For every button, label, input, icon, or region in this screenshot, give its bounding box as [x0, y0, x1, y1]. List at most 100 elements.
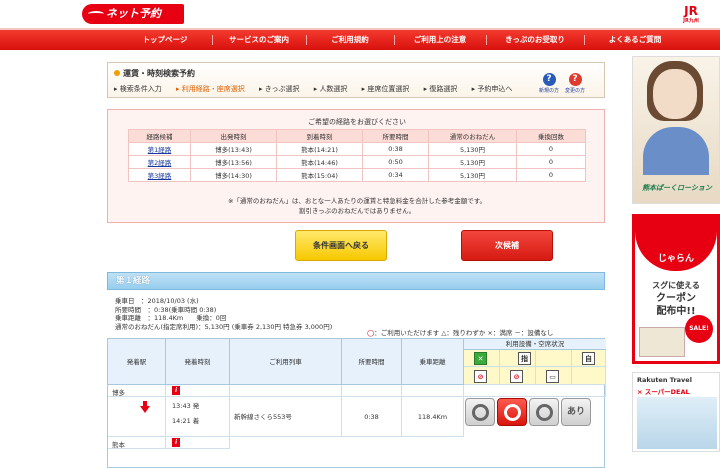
arr-info-cell: i [166, 437, 230, 449]
price-cell: 5,130円 [428, 142, 517, 156]
info-icon[interactable]: i [172, 438, 180, 447]
departure-cell: 博多(13:43) [190, 142, 277, 156]
route-table: 経路候補 出発時刻 到着時刻 所要時間 通常のおねだん 乗換回数 第1経路 博多… [128, 129, 586, 182]
step-title: 運賃・時刻検索予約 [114, 68, 195, 79]
seat-reserved-2-button[interactable] [529, 398, 559, 426]
available-circle-icon [503, 404, 521, 421]
facility-cell [572, 367, 606, 385]
col-header: 出発時刻 [190, 129, 277, 143]
nav-terms[interactable]: ご利用規約 [306, 30, 394, 50]
nav-service[interactable]: サービスのご案内 [212, 30, 306, 50]
arrival-cell: 熊本(14:21) [276, 142, 363, 156]
ad3-subtitle: × スーパーDEAL [637, 388, 690, 396]
step-item: ▸ 復路選択 [423, 85, 458, 93]
price-cell: 5,130円 [428, 168, 517, 182]
ride-date: 乗車日 ：2018/10/03 (水) [115, 297, 199, 305]
ad-banner-rakuten[interactable]: Rakuten Travel × スーパーDEAL [632, 372, 720, 452]
ad-banner-1[interactable]: 熊本ぱーくローション [632, 56, 720, 204]
step-title-text: 運賃・時刻検索予約 [123, 69, 195, 78]
info-icon[interactable]: i [172, 386, 180, 395]
main-nav: トップページ サービスのご案内 ご利用規約 ご利用上の注意 きっぷのお受取り よ… [0, 28, 720, 50]
jr-logo-text: JR [684, 4, 698, 18]
ad2-copy: スグに使える クーポン 配布中!! [635, 279, 717, 318]
departure-time: 13:43 発 [172, 402, 200, 410]
route-cell: 第3経路 [128, 168, 191, 182]
arrow-down-icon [140, 406, 150, 413]
ad-banner-jalan[interactable]: じゃらん スグに使える クーポン 配布中!! SALE! [632, 214, 720, 364]
route-3-link[interactable]: 第3経路 [148, 172, 172, 180]
price-cell: 5,130円 [428, 155, 517, 169]
col-header: 経路候補 [128, 129, 191, 143]
step-label: 利用経路・座席選択 [181, 85, 245, 93]
route-cell: 第1経路 [128, 142, 191, 156]
seat-available-label: あり [566, 407, 585, 417]
dep-station-cell: 博多 [108, 385, 166, 397]
dep-info-cell: i [166, 385, 230, 397]
next-candidate-button[interactable]: 次候補 [461, 230, 553, 261]
transfer-cell: 0 [516, 155, 586, 169]
route-1-link[interactable]: 第1経路 [148, 146, 172, 154]
bullet-icon [114, 70, 120, 76]
nav-faq[interactable]: よくあるご質問 [584, 30, 686, 50]
help-change-label: 変更の方 [564, 88, 585, 94]
route-info: 乗車日 ：2018/10/03 (水) 所要時間 ：0:38(乗車時間 0:38… [115, 297, 605, 331]
arrival-cell: 熊本(15:04) [276, 168, 363, 182]
direction-cell [108, 397, 166, 437]
distance-cell: 118.4Km [402, 397, 464, 437]
question-icon: ? [542, 73, 556, 86]
table-row: 第1経路 博多(13:43) 熊本(14:21) 0:38 5,130円 0 [128, 142, 586, 156]
nav-caution[interactable]: ご利用上の注意 [394, 30, 486, 50]
unreserved-seat-icon: 自 [582, 352, 595, 365]
jr-kyushu-logo[interactable]: JR JR九州 [678, 4, 704, 26]
step-label: 予約申込へ [477, 85, 513, 93]
ad-person-image [643, 127, 709, 175]
ad1-caption: 熊本ぱーくローション [642, 184, 712, 192]
no-smoking-icon: ⊘ [510, 370, 523, 383]
seat-reserved-button[interactable] [497, 398, 527, 426]
arrival-cell: 熊本(14:46) [276, 155, 363, 169]
train-swoosh-icon [88, 11, 104, 17]
ride-duration: 所要時間 ：0:38(乗車時間 0:38) [115, 305, 217, 314]
col-header: 乗車距離 [402, 339, 464, 385]
empty-cell [230, 385, 342, 397]
step-label: 座席位置選択 [367, 85, 410, 93]
arrival-time: 14:21 着 [172, 417, 200, 425]
facility-header: 利用設備・空席状況 [464, 339, 606, 350]
non-reserved-icon: ✕ [474, 352, 487, 365]
step-label: きっぷ選択 [264, 85, 300, 93]
available-circle-icon [535, 404, 553, 421]
ad2-brand: じゃらん [657, 254, 694, 264]
route-2-link[interactable]: 第2経路 [148, 159, 172, 167]
step-item: ▸ きっぷ選択 [258, 85, 300, 93]
step-item: ▸ 検索条件入力 [114, 85, 162, 93]
price-note: ※「通常のおねだん」は、おとな一人あたりの運賃と特急料金を合計した参考金額です。… [108, 196, 606, 216]
help-new-button[interactable]: ? 新規の方 [536, 73, 562, 94]
transfer-cell: 0 [516, 168, 586, 182]
help-change-button[interactable]: ? 変更の方 [562, 73, 588, 94]
empty-cell [464, 385, 606, 397]
back-to-conditions-button[interactable]: 条件画面へ戻る [295, 230, 387, 261]
arr-station-cell: 熊本 [108, 437, 166, 449]
empty-cell [342, 385, 402, 397]
smoking-room-icon: ▭ [546, 370, 559, 383]
duration-cell: 0:34 [362, 168, 429, 182]
departure-cell: 博多(13:56) [190, 155, 277, 169]
sale-badge: SALE! [685, 315, 713, 343]
seat-non-reserved-button[interactable] [465, 398, 495, 426]
duration-cell: 0:50 [362, 155, 429, 169]
nav-ticket-pickup[interactable]: きっぷのお受取り [486, 30, 584, 50]
table-header-row: 経路候補 出発時刻 到着時刻 所要時間 通常のおねだん 乗換回数 [128, 129, 586, 143]
departure-cell: 博多(14:30) [190, 168, 277, 182]
duration-cell: 0:38 [362, 142, 429, 156]
seat-unreserved-button[interactable]: あり [561, 398, 591, 426]
nav-top[interactable]: トップページ [118, 30, 212, 50]
ad3-image [637, 397, 717, 449]
col-header: 所要時間 [342, 339, 402, 385]
step-item-current: ▸ 利用経路・座席選択 [175, 85, 245, 93]
net-yoyaku-logo[interactable]: ネット予約 [82, 4, 184, 24]
step-label: 人数選択 [319, 85, 348, 93]
table-row: 第3経路 博多(14:30) 熊本(15:04) 0:34 5,130円 0 [128, 168, 586, 182]
jr-logo-sub: JR九州 [683, 18, 699, 24]
no-smoking-icon: ⊘ [474, 370, 487, 383]
legend-text: ：ご利用いただけます △：残りわずか ×：満席 －：設備なし [374, 329, 554, 337]
